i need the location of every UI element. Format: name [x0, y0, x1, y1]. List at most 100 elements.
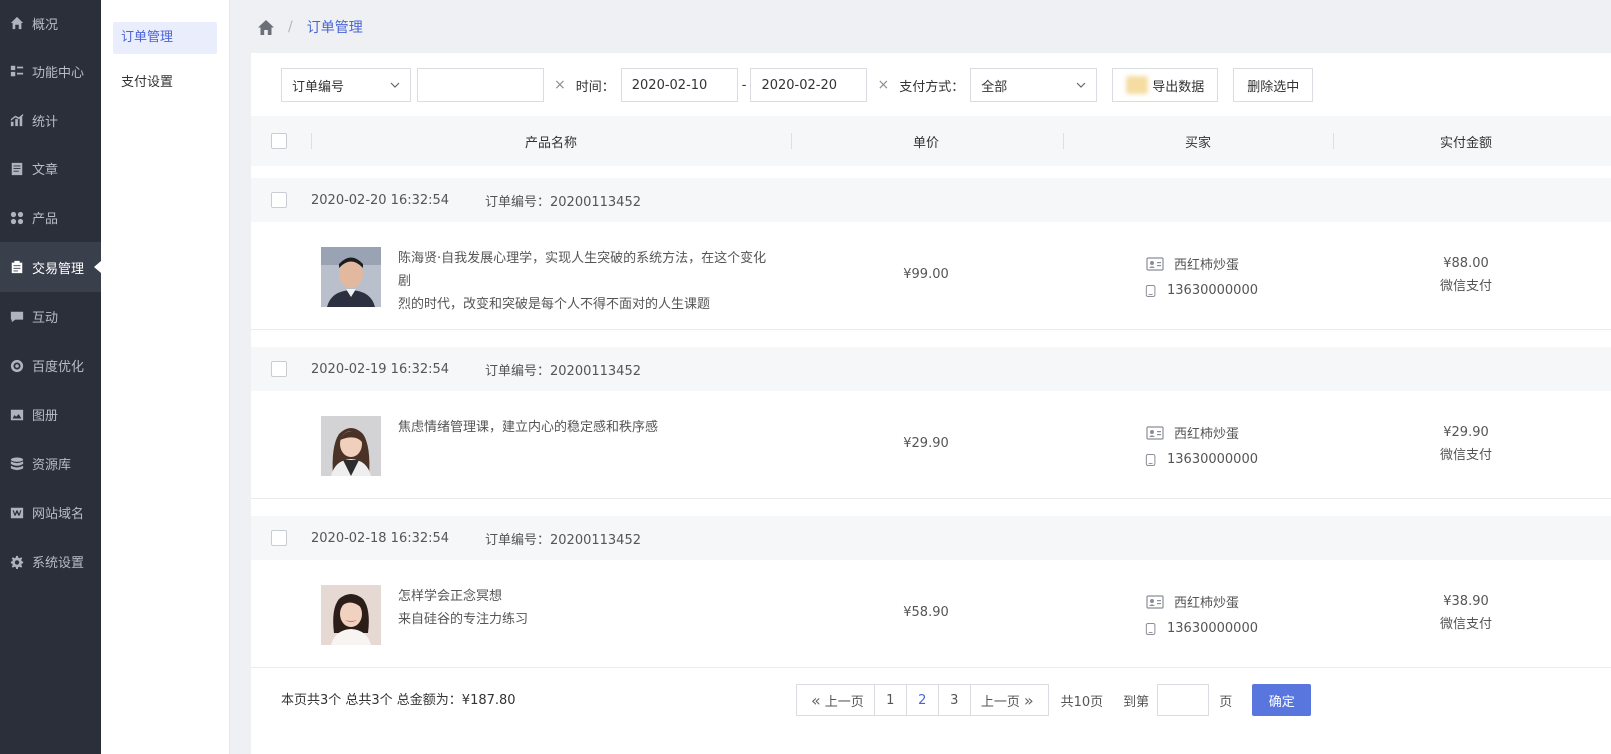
pay-method: 微信支付 [1439, 448, 1492, 463]
clipboard-icon [11, 260, 23, 274]
order-date: 2020-02-19 16:32:54 [311, 361, 450, 377]
order-row: 2020-02-20 16:32:54 订单编号：20200113452 陈海贤… [251, 178, 1611, 330]
product-thumbnail[interactable] [321, 585, 381, 645]
order-summary: 本页共3个 总共3个 总金额为：¥187.80 [281, 693, 516, 708]
product-thumbnail[interactable] [321, 416, 381, 476]
home-icon[interactable] [258, 19, 274, 35]
pay-method: 微信支付 [1439, 617, 1492, 632]
phone-icon [1145, 453, 1156, 466]
buyer-name: 西红柿炒蛋 [1174, 258, 1240, 273]
prev-page-label: 上一页 [824, 694, 864, 710]
product-name-line: 焦虑情绪管理课，建立内心的稳定感和秩序感 [398, 420, 659, 435]
paid-value: ¥38.90 [1443, 594, 1489, 609]
sidebar-item-resources[interactable]: 资源库 [0, 439, 101, 488]
column-header-price: 单价 [912, 135, 939, 151]
order-checkbox[interactable] [271, 361, 287, 377]
sidebar-item-interaction[interactable]: 互动 [0, 292, 101, 341]
sidebar-item-label: 统计 [32, 114, 59, 130]
sidebar-item-overview[interactable]: 概况 [0, 0, 101, 46]
buyer-phone: 13630000000 [1167, 621, 1258, 636]
export-label: 导出数据 [1152, 79, 1205, 95]
paid-value: ¥88.00 [1443, 256, 1489, 271]
product-name-line: 陈海贤·自我发展心理学，实现人生突破的系统方法，在这个变化剧 [398, 251, 767, 289]
payment-method-label: 支付方式： [899, 79, 965, 95]
sidebar-item-settings[interactable]: 系统设置 [0, 537, 101, 586]
sidebar-item-domain[interactable]: 网站域名 [0, 488, 101, 537]
sidebar-item-label: 文章 [32, 163, 59, 178]
page-3-button[interactable]: 3 [937, 684, 971, 716]
product-name[interactable]: 怎样学会正念冥想 来自硅谷的专注力练习 [398, 585, 778, 631]
paid-value: ¥29.90 [1443, 425, 1489, 440]
search-type-select[interactable]: 订单编号 [281, 68, 411, 102]
submenu-item-orders[interactable]: 订单管理 [113, 22, 217, 54]
breadcrumb-separator: / [288, 19, 293, 35]
product-thumbnail[interactable] [321, 247, 381, 307]
sidebar-item-label: 产品 [32, 212, 59, 227]
submenu-item-payment-settings[interactable]: 支付设置 [113, 67, 217, 99]
buyer-name: 西红柿炒蛋 [1174, 596, 1240, 611]
delete-label: 删除选中 [1247, 79, 1300, 95]
database-icon [10, 456, 24, 470]
phone-icon [1145, 284, 1156, 297]
sidebar-item-label: 概况 [32, 17, 59, 33]
product-name-line: 来自硅谷的专注力练习 [398, 612, 529, 627]
sidebar-item-trade[interactable]: 交易管理 [0, 242, 101, 292]
paid-amount: ¥29.90 微信支付 [1421, 421, 1511, 467]
page-unit-label: 页 [1219, 694, 1233, 710]
prev-page-button[interactable]: « 上一页 [796, 684, 875, 716]
w-icon [10, 507, 24, 518]
order-body: 焦虑情绪管理课，建立内心的稳定感和秩序感 ¥29.90 西红柿炒蛋 136300… [251, 391, 1611, 499]
sidebar-item-products[interactable]: 产品 [0, 193, 101, 242]
order-date: 2020-02-18 16:32:54 [311, 530, 450, 546]
sidebar-item-seo[interactable]: 百度优化 [0, 341, 101, 390]
delete-selected-button[interactable]: 删除选中 [1233, 68, 1314, 102]
order-checkbox[interactable] [271, 530, 287, 546]
confirm-goto-button[interactable]: 确定 [1252, 684, 1312, 716]
order-header: 2020-02-18 16:32:54 订单编号：20200113452 [251, 516, 1611, 560]
total-pages: 共10页 [1060, 694, 1104, 710]
id-card-icon [1146, 594, 1164, 609]
sidebar-item-stats[interactable]: 统计 [0, 96, 101, 144]
buyer-phone: 13630000000 [1167, 452, 1258, 467]
sidebar-item-label: 百度优化 [32, 360, 85, 375]
gear-icon [10, 555, 24, 569]
order-body: 陈海贤·自我发展心理学，实现人生突破的系统方法，在这个变化剧 烈的时代，改变和突… [251, 222, 1611, 330]
page-2-button[interactable]: 2 [905, 684, 939, 716]
payment-method-select[interactable]: 全部 [970, 68, 1098, 102]
time-label: 时间： [575, 79, 615, 95]
page-1-button[interactable]: 1 [873, 684, 907, 716]
order-checkbox[interactable] [271, 192, 287, 208]
sidebar-item-label: 网站域名 [32, 507, 85, 522]
date-range-dash: - [741, 77, 747, 93]
sidebar-item-label: 资源库 [32, 458, 72, 473]
list-icon [10, 65, 24, 77]
document-icon [11, 162, 23, 175]
main-sidebar: 概况 功能中心 统计 文章 产品 交易管理 互动 百度优化 图册 资源库 网站域… [0, 0, 101, 754]
date-to-input[interactable]: 2020-02-20 [750, 68, 868, 102]
product-name[interactable]: 陈海贤·自我发展心理学，实现人生突破的系统方法，在这个变化剧 烈的时代，改变和突… [398, 247, 778, 316]
clear-search-icon[interactable]: × [554, 77, 566, 93]
product-name[interactable]: 焦虑情绪管理课，建立内心的稳定感和秩序感 [398, 416, 778, 439]
pagination: « 上一页 1 2 3 上一页 » 共10页 到第 页 确定 [796, 684, 1312, 716]
clear-date-icon[interactable]: × [877, 77, 889, 93]
sidebar-item-label: 交易管理 [32, 261, 85, 277]
export-data-button[interactable]: 导出数据 [1112, 68, 1219, 102]
search-input[interactable] [417, 68, 544, 102]
select-all-checkbox[interactable] [271, 133, 287, 149]
date-from-input[interactable]: 2020-02-10 [620, 68, 738, 102]
next-page-button[interactable]: 上一页 » [969, 684, 1049, 716]
order-body: 怎样学会正念冥想 来自硅谷的专注力练习 ¥58.90 西红柿炒蛋 1363000… [251, 560, 1611, 668]
order-row: 2020-02-19 16:32:54 订单编号：20200113452 焦虑情… [251, 347, 1611, 499]
pay-method: 微信支付 [1439, 279, 1492, 294]
chevron-down-icon [390, 82, 400, 88]
home-icon [10, 16, 24, 30]
sidebar-item-articles[interactable]: 文章 [0, 144, 101, 193]
next-page-label: 上一页 [980, 694, 1020, 710]
product-name-line: 怎样学会正念冥想 [398, 589, 503, 604]
sidebar-item-gallery[interactable]: 图册 [0, 390, 101, 439]
goto-label: 到第 [1123, 694, 1150, 710]
table-header: 产品名称 单价 买家 实付金额 [251, 116, 1611, 166]
sidebar-item-features[interactable]: 功能中心 [0, 46, 101, 96]
double-chevron-right-icon: » [1023, 690, 1034, 710]
goto-page-input[interactable] [1157, 684, 1210, 716]
